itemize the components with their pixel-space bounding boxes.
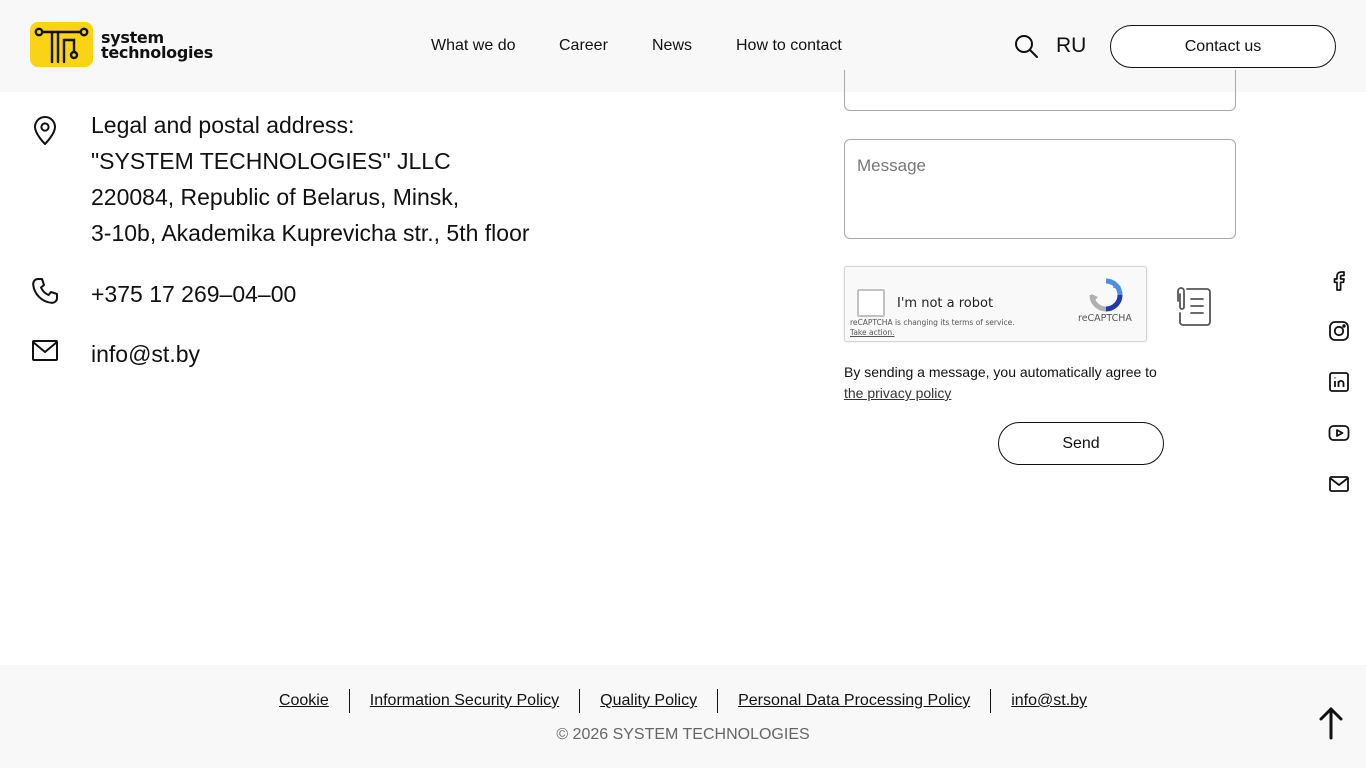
form-field[interactable] [844, 70, 1236, 111]
page: system technologies What we do Career Ne… [0, 0, 1366, 768]
address-line: 3-10b, Akademika Kuprevicha str., 5th fl… [91, 220, 530, 246]
message-field[interactable] [844, 139, 1236, 239]
footer-link-personal-data-processing-policy[interactable]: Personal Data Processing Policy [718, 692, 990, 710]
logo[interactable]: system technologies [30, 22, 213, 67]
recaptcha-brand: reCAPTCHA [1078, 313, 1132, 324]
facebook-icon[interactable] [1327, 268, 1351, 292]
agreement-note: By sending a message, you automatically … [844, 362, 1157, 404]
phone-block: +375 17 269–04–00 [30, 276, 296, 307]
recaptcha-checkbox[interactable] [857, 289, 885, 317]
logo-line-2: technologies [101, 42, 213, 62]
recaptcha-notice: reCAPTCHA is changing its terms of servi… [850, 318, 1015, 338]
nav-how-to-contact[interactable]: How to contact [736, 37, 842, 55]
location-pin-icon [30, 116, 60, 146]
search-icon[interactable] [1013, 33, 1039, 59]
address-line: "SYSTEM TECHNOLOGIES" JLLC [91, 148, 451, 174]
site-footer: Cookie Information Security Policy Quali… [0, 665, 1366, 768]
attach-file-icon[interactable] [1170, 285, 1212, 327]
address-block: Legal and postal address: "SYSTEM TECHNO… [30, 112, 530, 246]
address-text: Legal and postal address: "SYSTEM TECHNO… [91, 107, 530, 251]
copyright: © 2026 SYSTEM TECHNOLOGIES [556, 726, 810, 743]
phone-number[interactable]: +375 17 269–04–00 [91, 276, 296, 312]
linkedin-icon[interactable] [1327, 370, 1351, 394]
agreement-text: By sending a message, you automatically … [844, 364, 1157, 380]
email-link[interactable]: info@st.by [91, 336, 200, 372]
footer-link-quality-policy[interactable]: Quality Policy [580, 692, 717, 710]
footer-links: Cookie Information Security Policy Quali… [0, 689, 1366, 713]
address-line: Legal and postal address: [91, 112, 355, 138]
nav-news[interactable]: News [652, 37, 692, 55]
logo-mark [30, 22, 93, 67]
send-button[interactable]: Send [998, 422, 1164, 465]
email-block: info@st.by [30, 336, 200, 367]
address-line: 220084, Republic of Belarus, Minsk, [91, 184, 460, 210]
phone-icon [30, 276, 60, 306]
scroll-to-top-arrow-icon[interactable] [1318, 706, 1344, 740]
language-switch[interactable]: RU [1056, 34, 1086, 58]
logo-text: system technologies [101, 29, 213, 62]
youtube-icon[interactable] [1327, 421, 1351, 445]
mail-icon[interactable] [1327, 472, 1351, 496]
recaptcha-take-action-link[interactable]: Take action. [850, 328, 1015, 338]
footer-link-information-security-policy[interactable]: Information Security Policy [350, 692, 579, 710]
recaptcha-widget: I'm not a robot reCAPTCHA reCAPTCHA is c… [844, 266, 1147, 342]
nav-what-we-do[interactable]: What we do [431, 37, 515, 55]
recaptcha-logo-icon [1088, 277, 1124, 313]
recaptcha-notice-text: reCAPTCHA is changing its terms of servi… [850, 318, 1015, 327]
envelope-icon [30, 336, 60, 366]
footer-link-cookie[interactable]: Cookie [259, 692, 349, 710]
nav-career[interactable]: Career [559, 37, 608, 55]
privacy-policy-link[interactable]: the privacy policy [844, 383, 1157, 404]
recaptcha-label: I'm not a robot [897, 296, 994, 311]
contact-us-button[interactable]: Contact us [1110, 25, 1336, 68]
footer-link-email[interactable]: info@st.by [991, 692, 1107, 710]
instagram-icon[interactable] [1327, 319, 1351, 343]
